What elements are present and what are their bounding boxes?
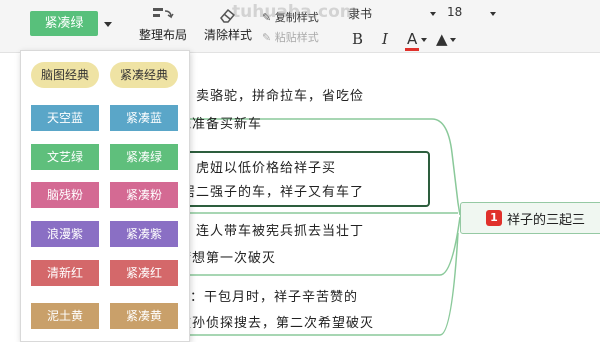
toolbar: 紧凑绿 整理布局 清除样式 ✎ 复制样式 ✎ 粘贴样式 隶书 18 B I A … — [0, 0, 600, 53]
branch-2-line-2[interactable]: 邻居二强子的车，祥子又有车了 — [168, 181, 364, 200]
watermark: tuhuaba.com — [232, 2, 358, 22]
theme-option[interactable]: 紧凑黄 — [110, 303, 178, 329]
theme-option[interactable]: 脑残粉 — [31, 182, 99, 208]
theme-option[interactable]: 紧凑蓝 — [110, 105, 178, 131]
layout-icon — [153, 8, 174, 19]
branch-3-line-1[interactable]: 车：连人带车被宪兵抓去当壮丁 — [168, 220, 364, 239]
theme-dropdown: 脑图经典 紧凑经典 天空蓝 紧凑蓝 文艺绿 紧凑绿 脑残粉 紧凑粉 浪漫紫 紧凑… — [20, 50, 190, 342]
theme-option[interactable]: 紧凑经典 — [110, 62, 178, 88]
fill-color-button[interactable]: ▲ — [436, 30, 456, 48]
theme-option[interactable]: 脑图经典 — [31, 62, 99, 88]
tidy-layout-button[interactable]: 整理布局 — [136, 6, 190, 43]
paste-icon: ✎ — [262, 31, 272, 44]
chevron-down-icon[interactable] — [104, 22, 112, 27]
branch-3-line-2[interactable]: 梦想第一次破灭 — [178, 247, 276, 266]
theme-option[interactable]: 紧凑红 — [110, 260, 178, 286]
bold-button[interactable]: B — [352, 30, 363, 48]
tidy-layout-label: 整理布局 — [138, 28, 187, 42]
central-topic-text: 祥子的三起三 — [507, 213, 586, 228]
italic-button[interactable]: I — [382, 30, 388, 48]
theme-option[interactable]: 紧凑紫 — [110, 221, 178, 247]
theme-option[interactable]: 清新红 — [31, 260, 99, 286]
theme-option[interactable]: 紧凑绿 — [110, 144, 178, 170]
paste-style-button[interactable]: ✎ 粘贴样式 — [262, 29, 319, 45]
theme-option[interactable]: 泥土黄 — [31, 303, 99, 329]
branch-1-line-1[interactable]: 车：卖骆驼，拼命拉车，省吃俭 — [168, 85, 364, 104]
branch-4-line-1[interactable]: ：干包月时，祥子辛苦赞的 — [190, 286, 358, 305]
branch-4-line-2[interactable]: 被孙侦探搜去，第二次希望破灭 — [178, 312, 374, 331]
font-size-chevron-icon[interactable] — [490, 12, 496, 16]
branch-2-line-1[interactable]: 车：虎妞以低价格给祥子买 — [168, 157, 336, 176]
branch-1-line-2[interactable]: 钱准备买新车 — [178, 113, 262, 132]
theme-option[interactable]: 天空蓝 — [31, 105, 99, 131]
clear-style-label: 清除样式 — [203, 28, 252, 42]
font-size-value: 18 — [447, 5, 463, 19]
paint-bucket-icon: ▲ — [436, 30, 448, 48]
font-family-chevron-icon[interactable] — [430, 12, 436, 16]
central-topic-node[interactable]: 1 祥子的三起三 — [460, 202, 600, 234]
paste-style-label: 粘贴样式 — [274, 31, 319, 44]
font-color-chevron-icon — [421, 37, 428, 42]
theme-option[interactable]: 紧凑粉 — [110, 182, 178, 208]
theme-option[interactable]: 文艺绿 — [31, 144, 99, 170]
font-color-letter: A — [405, 30, 420, 51]
theme-select-button[interactable]: 紧凑绿 — [30, 11, 98, 36]
priority-badge: 1 — [486, 210, 502, 226]
theme-option[interactable]: 浪漫紫 — [31, 221, 99, 247]
font-color-button[interactable]: A — [405, 30, 428, 51]
font-size-select[interactable]: 18 — [447, 5, 462, 19]
fill-color-chevron-icon — [449, 37, 456, 42]
